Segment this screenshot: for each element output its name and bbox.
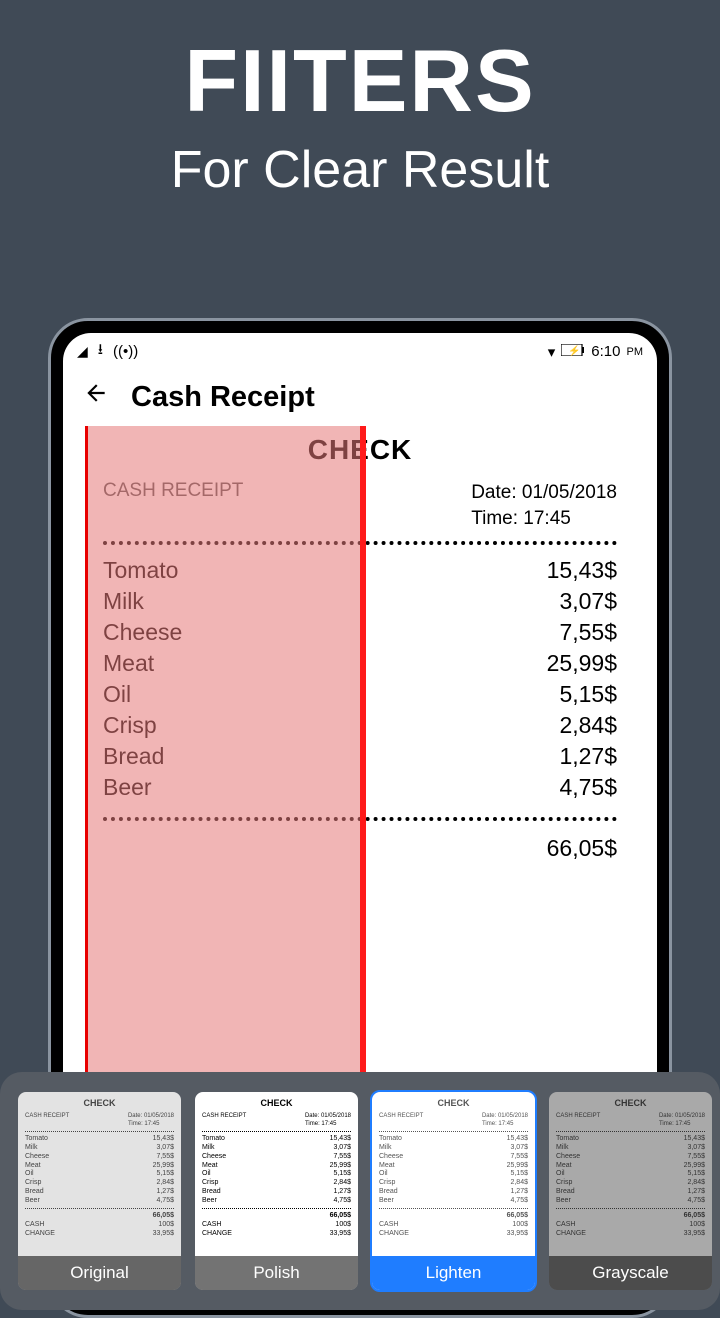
filter-label: Grayscale xyxy=(549,1256,712,1290)
receipt-item-row: Cheese 7,55$ xyxy=(103,617,617,648)
receipt-title: CHECK xyxy=(103,434,617,466)
page-title: Cash Receipt xyxy=(131,381,315,414)
status-ampm: PM xyxy=(627,346,644,358)
item-name: Crisp xyxy=(103,712,157,739)
item-price: 4,75$ xyxy=(559,774,617,801)
item-name: Cheese xyxy=(103,619,182,646)
filter-option-grayscale[interactable]: CHECK CASH RECEIPTDate: 01/05/2018Time: … xyxy=(549,1092,712,1290)
item-name: Milk xyxy=(103,588,144,615)
item-price: 3,07$ xyxy=(559,588,617,615)
receipt-item-row: Milk 3,07$ xyxy=(103,586,617,617)
receipt-time: Time: 17:45 xyxy=(471,506,617,532)
item-price: 2,84$ xyxy=(559,712,617,739)
status-time: 6:10 xyxy=(591,343,620,360)
svg-text:⚡: ⚡ xyxy=(568,344,580,356)
app-header: Cash Receipt xyxy=(63,366,657,426)
item-name: Oil xyxy=(103,681,131,708)
wifi-icon: ▾ xyxy=(548,343,556,361)
item-price: 15,43$ xyxy=(547,557,617,584)
cellular-icon: ◢ xyxy=(77,343,88,360)
divider xyxy=(103,541,617,545)
download-icon: ⭳ xyxy=(98,339,103,364)
filter-label: Original xyxy=(18,1256,181,1290)
filter-tray: CHECK CASH RECEIPTDate: 01/05/2018Time: … xyxy=(0,1072,720,1310)
item-price: 5,15$ xyxy=(559,681,617,708)
receipt-date: Date: 01/05/2018 xyxy=(471,480,617,506)
item-name: Beer xyxy=(103,774,152,801)
receipt-item-row: Beer 4,75$ xyxy=(103,772,617,803)
promo-subtitle: For Clear Result xyxy=(0,140,720,200)
filter-option-lighten[interactable]: CHECK CASH RECEIPTDate: 01/05/2018Time: … xyxy=(372,1092,535,1290)
receipt-item-row: Tomato 15,43$ xyxy=(103,555,617,586)
item-name: Tomato xyxy=(103,557,178,584)
broadcast-icon: ((•)) xyxy=(113,343,138,360)
receipt-total: 66,05$ xyxy=(103,835,617,862)
receipt-item-row: Meat 25,99$ xyxy=(103,648,617,679)
promo-title: FIITERS xyxy=(0,30,720,132)
filter-label: Lighten xyxy=(372,1256,535,1290)
receipt-item-row: Oil 5,15$ xyxy=(103,679,617,710)
status-bar: ◢ ⭳ ((•)) ▾ ⚡ 6:10 PM xyxy=(63,333,657,366)
back-arrow-icon[interactable] xyxy=(83,380,109,414)
filter-option-polish[interactable]: CHECK CASH RECEIPTDate: 01/05/2018Time: … xyxy=(195,1092,358,1290)
battery-icon: ⚡ xyxy=(561,343,585,360)
filter-label: Polish xyxy=(195,1256,358,1290)
receipt-subtitle: CASH RECEIPT xyxy=(103,480,243,531)
item-price: 7,55$ xyxy=(559,619,617,646)
receipt-item-row: Bread 1,27$ xyxy=(103,741,617,772)
item-price: 1,27$ xyxy=(559,743,617,770)
receipt-item-row: Crisp 2,84$ xyxy=(103,710,617,741)
item-price: 25,99$ xyxy=(547,650,617,677)
item-name: Bread xyxy=(103,743,164,770)
filter-option-original[interactable]: CHECK CASH RECEIPTDate: 01/05/2018Time: … xyxy=(18,1092,181,1290)
item-name: Meat xyxy=(103,650,154,677)
divider xyxy=(103,817,617,821)
receipt-preview[interactable]: CHECK CASH RECEIPT Date: 01/05/2018 Time… xyxy=(85,426,635,1076)
